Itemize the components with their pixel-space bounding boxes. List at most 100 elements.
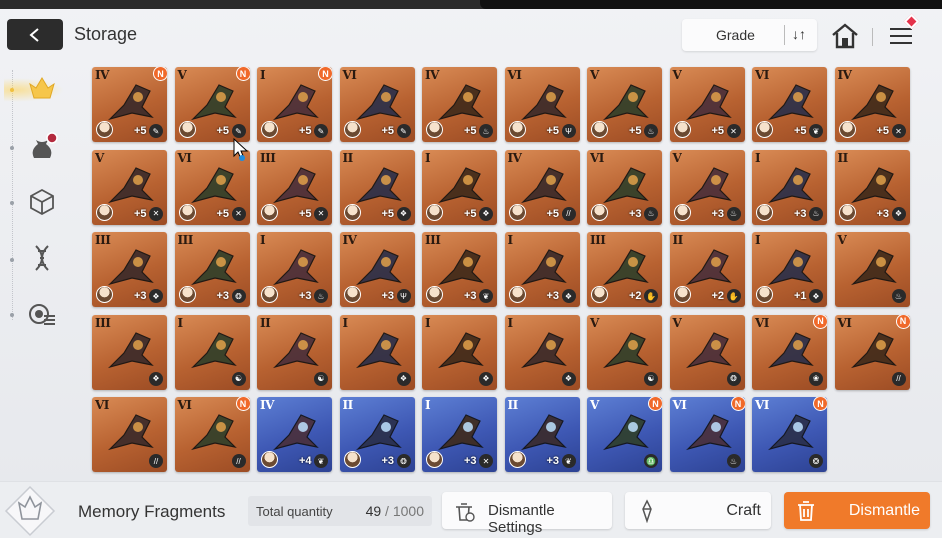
item-grade: VI [755,398,769,412]
item-card[interactable]: I +3 ❖ [504,232,580,307]
new-badge: N [153,67,167,81]
sort-divider [784,25,785,45]
item-enhance-level: +5 [546,125,560,137]
item-card[interactable]: VI N // [174,397,250,472]
item-card[interactable]: I +3 ✕ [422,397,497,472]
item-card[interactable]: V +3 ♨ [669,149,745,225]
item-card[interactable]: VI +5 ✎ [339,67,415,142]
item-card[interactable]: I ❖ [504,314,580,390]
item-card[interactable]: I +3 ♨ [257,232,332,307]
item-card[interactable]: V +5 ✕ [669,67,745,142]
craft-button[interactable]: Craft [625,492,771,529]
item-type-icon: ♨ [726,206,741,221]
item-card[interactable]: VI N ❂ [752,397,827,472]
item-card[interactable]: I +1 ❖ [752,232,827,307]
item-card[interactable]: II ☯ [257,314,332,390]
item-card[interactable]: V ☯ [587,314,662,390]
item-card[interactable]: I ❖ [339,314,415,390]
item-card[interactable]: IV N +5 ✎ [92,67,167,142]
item-grade: I [755,150,761,165]
item-card[interactable]: III +5 ✕ [257,149,332,225]
item-card[interactable]: VI // [92,397,167,472]
memory-fragments-icon [4,485,56,537]
sidebar-tab-memory-fragment[interactable] [22,71,62,109]
item-card[interactable]: VI N ❀ [752,314,827,390]
item-card[interactable]: II +3 ❦ [504,397,580,472]
item-card[interactable]: IV +5// [504,149,580,225]
item-card[interactable]: VI +5 Ψ [504,67,580,142]
item-enhance-level: +3 [546,455,560,467]
item-art-icon [520,414,567,451]
item-card[interactable]: III +2 ✋ [587,232,662,307]
item-type-icon: ❦ [314,454,328,468]
item-card[interactable]: III ❖ [92,314,167,390]
item-card[interactable]: III +3 ❂ [174,232,250,307]
item-art-icon [190,84,237,121]
item-enhance-level: +3 [381,290,395,302]
item-card[interactable]: III +3 ❦ [422,232,497,307]
item-card[interactable]: IV +3 Ψ [339,232,415,307]
item-art-icon [850,249,897,286]
sort-toggle-icon[interactable]: ↓↑ [792,26,806,42]
item-enhance-level: +3 [464,455,477,467]
item-card[interactable]: V ♨ [834,232,910,307]
equipped-character-avatar [508,451,526,468]
dismantle-button[interactable]: Dismantle [784,492,930,529]
item-card[interactable]: V N ♎ [587,397,662,472]
item-card[interactable]: IV +5 ✕ [834,67,910,142]
back-button[interactable] [7,19,63,50]
item-card[interactable]: I N +5 ✎ [257,67,332,142]
item-type-icon: ❀ [809,371,823,386]
dismantle-settings-button[interactable]: Dismantle Settings [442,492,612,536]
item-grade: VI [672,398,687,412]
sidebar-tab-pouch[interactable] [22,127,62,165]
item-card[interactable]: V +5 ♨ [587,67,662,142]
item-type-icon: ❖ [561,371,576,386]
item-enhance-level: +3 [216,290,230,302]
sort-dropdown[interactable]: Grade ↓↑ [682,19,817,51]
item-card[interactable]: II +3 ❂ [339,397,415,472]
home-icon[interactable] [829,21,861,51]
new-badge: N [235,67,250,81]
item-card[interactable]: VI +5 ❦ [752,67,827,142]
equipped-character-avatar [508,286,526,303]
item-card[interactable]: V +5 ✕ [92,149,167,225]
item-grade: V [837,233,847,247]
item-art-icon [107,166,154,203]
item-card[interactable]: III +3 ❖ [92,232,167,307]
item-card[interactable]: II +2 ✋ [669,232,745,307]
item-art-icon [602,166,649,203]
item-card[interactable]: I +5 ❖ [422,149,497,225]
item-grade: I [177,315,184,330]
sidebar-tab-dna[interactable] [22,239,62,277]
item-enhance-level: +3 [464,290,477,302]
item-grade: V [672,150,682,165]
item-card[interactable]: V ❂ [669,314,745,390]
sidebar-tab-gear-list[interactable] [22,295,62,333]
item-card[interactable]: VI +3 ♨ [587,149,662,225]
item-card[interactable]: IV +5 ♨ [422,67,497,142]
item-enhance-level: +4 [299,455,312,467]
menu-icon[interactable] [888,13,920,48]
equipped-character-avatar [343,451,361,468]
item-card[interactable]: V N +5 ✎ [174,67,250,142]
item-type-icon: ✋ [726,289,741,303]
item-card[interactable]: I ☯ [174,314,250,390]
gear-list-tab-icon [29,304,55,325]
item-card[interactable]: IV +4 ❦ [257,397,332,472]
item-grade: I [425,315,431,330]
item-card[interactable]: II +3 ❖ [834,149,910,225]
item-type-icon: // [231,454,246,468]
item-card[interactable]: II +5 ❖ [339,149,415,225]
item-type-icon: ✕ [479,454,493,468]
item-card[interactable]: I +3 ♨ [752,149,827,225]
quantity-max: 1000 [392,503,424,519]
item-card[interactable]: I ❖ [422,314,497,390]
item-type-icon: ♨ [479,124,493,138]
total-quantity-value: 49 / 1000 [366,503,424,519]
item-card[interactable]: VI N // [834,314,910,390]
dismantle-label: Dismantle [848,502,920,519]
item-grid: IV N +5 ✎ V N +5 ✎ I N +5 ✎ VI +5 ✎ IV +5 ♨ VI +5 Ψ V +5 ♨ V +5 ✕ V… [92,67,914,472]
item-card[interactable]: VI N ♨ [669,397,745,472]
sidebar-tab-cube[interactable] [22,183,62,221]
